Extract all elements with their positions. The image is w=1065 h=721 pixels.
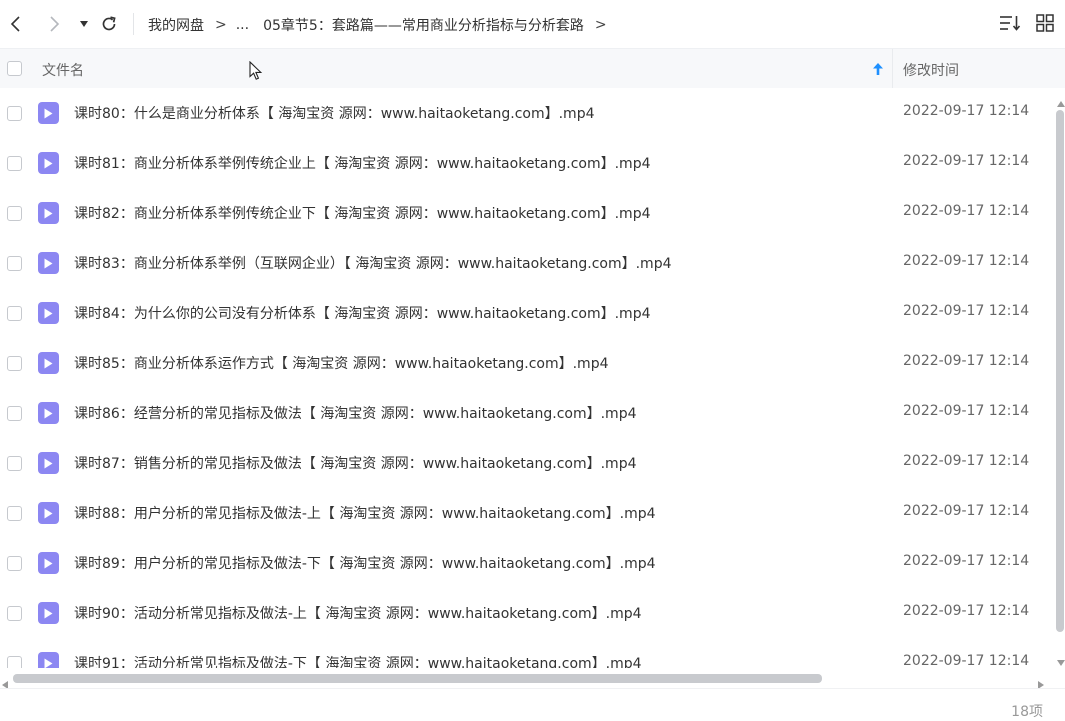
vertical-scroll-thumb[interactable] [1056,110,1064,632]
caret-down-icon [79,20,89,28]
file-row[interactable]: 课时89：用户分析的常见指标及做法-下【 海淘宝资 源网：www.haitaok… [0,538,1052,588]
row-checkbox[interactable] [7,606,22,621]
breadcrumb-ellipsis[interactable]: ... [236,17,249,33]
file-row[interactable]: 课时90：活动分析常见指标及做法-上【 海淘宝资 源网：www.haitaoke… [0,588,1052,638]
vertical-scrollbar[interactable] [1054,88,1065,666]
column-header-modified[interactable]: 修改时间 [903,60,959,80]
file-modified-time: 2022-09-17 12:14 [903,203,1030,219]
file-name[interactable]: 课时89：用户分析的常见指标及做法-下【 海淘宝资 源网：www.haitaok… [74,553,656,573]
file-name[interactable]: 课时86：经营分析的常见指标及做法【 海淘宝资 源网：www.haitaoket… [74,403,637,423]
breadcrumb: 我的网盘 > ... 05章节5：套路篇——常用商业分析指标与分析套路 > [148,14,616,36]
row-checkbox[interactable] [7,156,22,171]
file-modified-time: 2022-09-17 12:14 [903,653,1030,668]
file-name[interactable]: 课时87：销售分析的常见指标及做法【 海淘宝资 源网：www.haitaoket… [74,453,637,473]
file-modified-time: 2022-09-17 12:14 [903,353,1030,369]
forward-button[interactable] [42,10,66,38]
file-row[interactable]: 课时88：用户分析的常见指标及做法-上【 海淘宝资 源网：www.haitaok… [0,488,1052,538]
row-checkbox[interactable] [7,306,22,321]
file-modified-time: 2022-09-17 12:14 [903,503,1030,519]
video-file-icon [38,202,59,224]
horizontal-scroll-thumb[interactable] [13,674,822,683]
list-header: 文件名 修改时间 [0,49,1065,88]
file-row[interactable]: 课时81：商业分析体系举例传统企业上【 海淘宝资 源网：www.haitaoke… [0,138,1052,188]
file-name[interactable]: 课时82：商业分析体系举例传统企业下【 海淘宝资 源网：www.haitaoke… [74,203,651,223]
column-divider[interactable] [892,49,893,88]
file-name[interactable]: 课时83：商业分析体系举例（互联网企业）【 海淘宝资 源网：www.haitao… [74,253,672,273]
chevron-right-icon [47,16,61,32]
file-modified-time: 2022-09-17 12:14 [903,103,1030,119]
toolbar: 我的网盘 > ... 05章节5：套路篇——常用商业分析指标与分析套路 > [0,0,1065,49]
scroll-up-arrow-icon[interactable] [1057,92,1065,111]
status-bar: 18项 [0,688,1065,721]
item-count: 18项 [1011,704,1043,720]
video-file-icon [38,552,59,574]
breadcrumb-separator: > [215,17,227,33]
video-file-icon [38,652,59,668]
sort-button[interactable] [999,14,1021,36]
refresh-icon [100,15,118,33]
video-file-icon [38,352,59,374]
breadcrumb-separator: > [594,17,607,33]
row-checkbox[interactable] [7,106,22,121]
row-checkbox[interactable] [7,456,22,471]
row-checkbox[interactable] [7,506,22,521]
refresh-button[interactable] [97,10,121,38]
file-row[interactable]: 课时82：商业分析体系举例传统企业下【 海淘宝资 源网：www.haitaoke… [0,188,1052,238]
video-file-icon [38,102,59,124]
file-name[interactable]: 课时81：商业分析体系举例传统企业上【 海淘宝资 源网：www.haitaoke… [74,153,651,173]
video-file-icon [38,402,59,424]
grid-view-icon [1036,14,1054,36]
breadcrumb-root[interactable]: 我的网盘 [148,15,204,35]
row-checkbox[interactable] [7,656,22,668]
file-row[interactable]: 课时80：什么是商业分析体系【 海淘宝资 源网：www.haitaoketang… [0,88,1052,138]
sort-ascending-icon[interactable] [872,61,884,80]
file-modified-time: 2022-09-17 12:14 [903,553,1030,569]
toolbar-divider [133,13,134,35]
file-row[interactable]: 课时85：商业分析体系运作方式【 海淘宝资 源网：www.haitaoketan… [0,338,1052,388]
video-file-icon [38,602,59,624]
file-name[interactable]: 课时90：活动分析常见指标及做法-上【 海淘宝资 源网：www.haitaoke… [74,603,642,623]
back-button[interactable] [4,10,28,38]
breadcrumb-current[interactable]: 05章节5：套路篇——常用商业分析指标与分析套路 [263,15,584,35]
row-checkbox[interactable] [7,406,22,421]
video-file-icon [38,452,59,474]
file-modified-time: 2022-09-17 12:14 [903,453,1030,469]
file-modified-time: 2022-09-17 12:14 [903,153,1030,169]
history-dropdown-button[interactable] [72,10,96,38]
video-file-icon [38,252,59,274]
file-row[interactable]: 课时87：销售分析的常见指标及做法【 海淘宝资 源网：www.haitaoket… [0,438,1052,488]
file-modified-time: 2022-09-17 12:14 [903,303,1030,319]
row-checkbox[interactable] [7,556,22,571]
file-row[interactable]: 课时84：为什么你的公司没有分析体系【 海淘宝资 源网：www.haitaoke… [0,288,1052,338]
video-file-icon [38,502,59,524]
file-modified-time: 2022-09-17 12:14 [903,403,1030,419]
file-row[interactable]: 课时86：经营分析的常见指标及做法【 海淘宝资 源网：www.haitaoket… [0,388,1052,438]
grid-view-button[interactable] [1034,14,1056,36]
file-list: 课时80：什么是商业分析体系【 海淘宝资 源网：www.haitaoketang… [0,88,1052,668]
file-name[interactable]: 课时85：商业分析体系运作方式【 海淘宝资 源网：www.haitaoketan… [74,353,609,373]
scroll-down-arrow-icon[interactable] [1057,651,1065,670]
file-modified-time: 2022-09-17 12:14 [903,603,1030,619]
file-name[interactable]: 课时91：活动分析常见指标及做法-下【 海淘宝资 源网：www.haitaoke… [74,653,642,668]
video-file-icon [38,302,59,324]
file-modified-time: 2022-09-17 12:14 [903,253,1030,269]
column-header-name[interactable]: 文件名 [42,60,84,80]
select-all-checkbox[interactable] [7,61,22,76]
file-name[interactable]: 课时88：用户分析的常见指标及做法-上【 海淘宝资 源网：www.haitaok… [74,503,656,523]
file-row[interactable]: 课时83：商业分析体系举例（互联网企业）【 海淘宝资 源网：www.haitao… [0,238,1052,288]
row-checkbox[interactable] [7,256,22,271]
video-file-icon [38,152,59,174]
file-row[interactable]: 课时91：活动分析常见指标及做法-下【 海淘宝资 源网：www.haitaoke… [0,638,1052,668]
chevron-left-icon [9,16,23,32]
file-name[interactable]: 课时84：为什么你的公司没有分析体系【 海淘宝资 源网：www.haitaoke… [74,303,651,323]
row-checkbox[interactable] [7,356,22,371]
sort-list-icon [999,14,1021,36]
file-name[interactable]: 课时80：什么是商业分析体系【 海淘宝资 源网：www.haitaoketang… [74,103,595,123]
horizontal-scrollbar[interactable] [0,668,1052,689]
row-checkbox[interactable] [7,206,22,221]
